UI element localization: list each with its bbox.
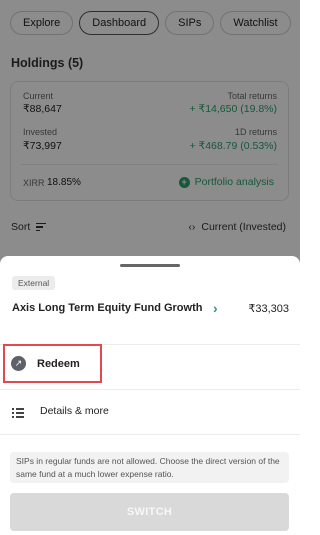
chevron-right-icon[interactable]: › <box>213 300 218 316</box>
fund-amount: ₹33,303 <box>248 303 289 315</box>
redeem-highlight-box[interactable] <box>3 344 102 383</box>
fund-name[interactable]: Axis Long Term Equity Fund Growth <box>12 302 202 314</box>
divider <box>0 434 300 435</box>
list-icon <box>12 406 25 420</box>
divider <box>0 389 300 390</box>
sip-info-message: SIPs in regular funds are not allowed. C… <box>10 452 289 483</box>
details-option[interactable]: Details & more <box>40 405 109 417</box>
sheet-handle[interactable] <box>120 264 180 267</box>
external-badge: External <box>12 276 56 290</box>
fund-actions-sheet: External Axis Long Term Equity Fund Grow… <box>0 256 300 535</box>
switch-button[interactable]: SWITCH <box>10 493 289 531</box>
